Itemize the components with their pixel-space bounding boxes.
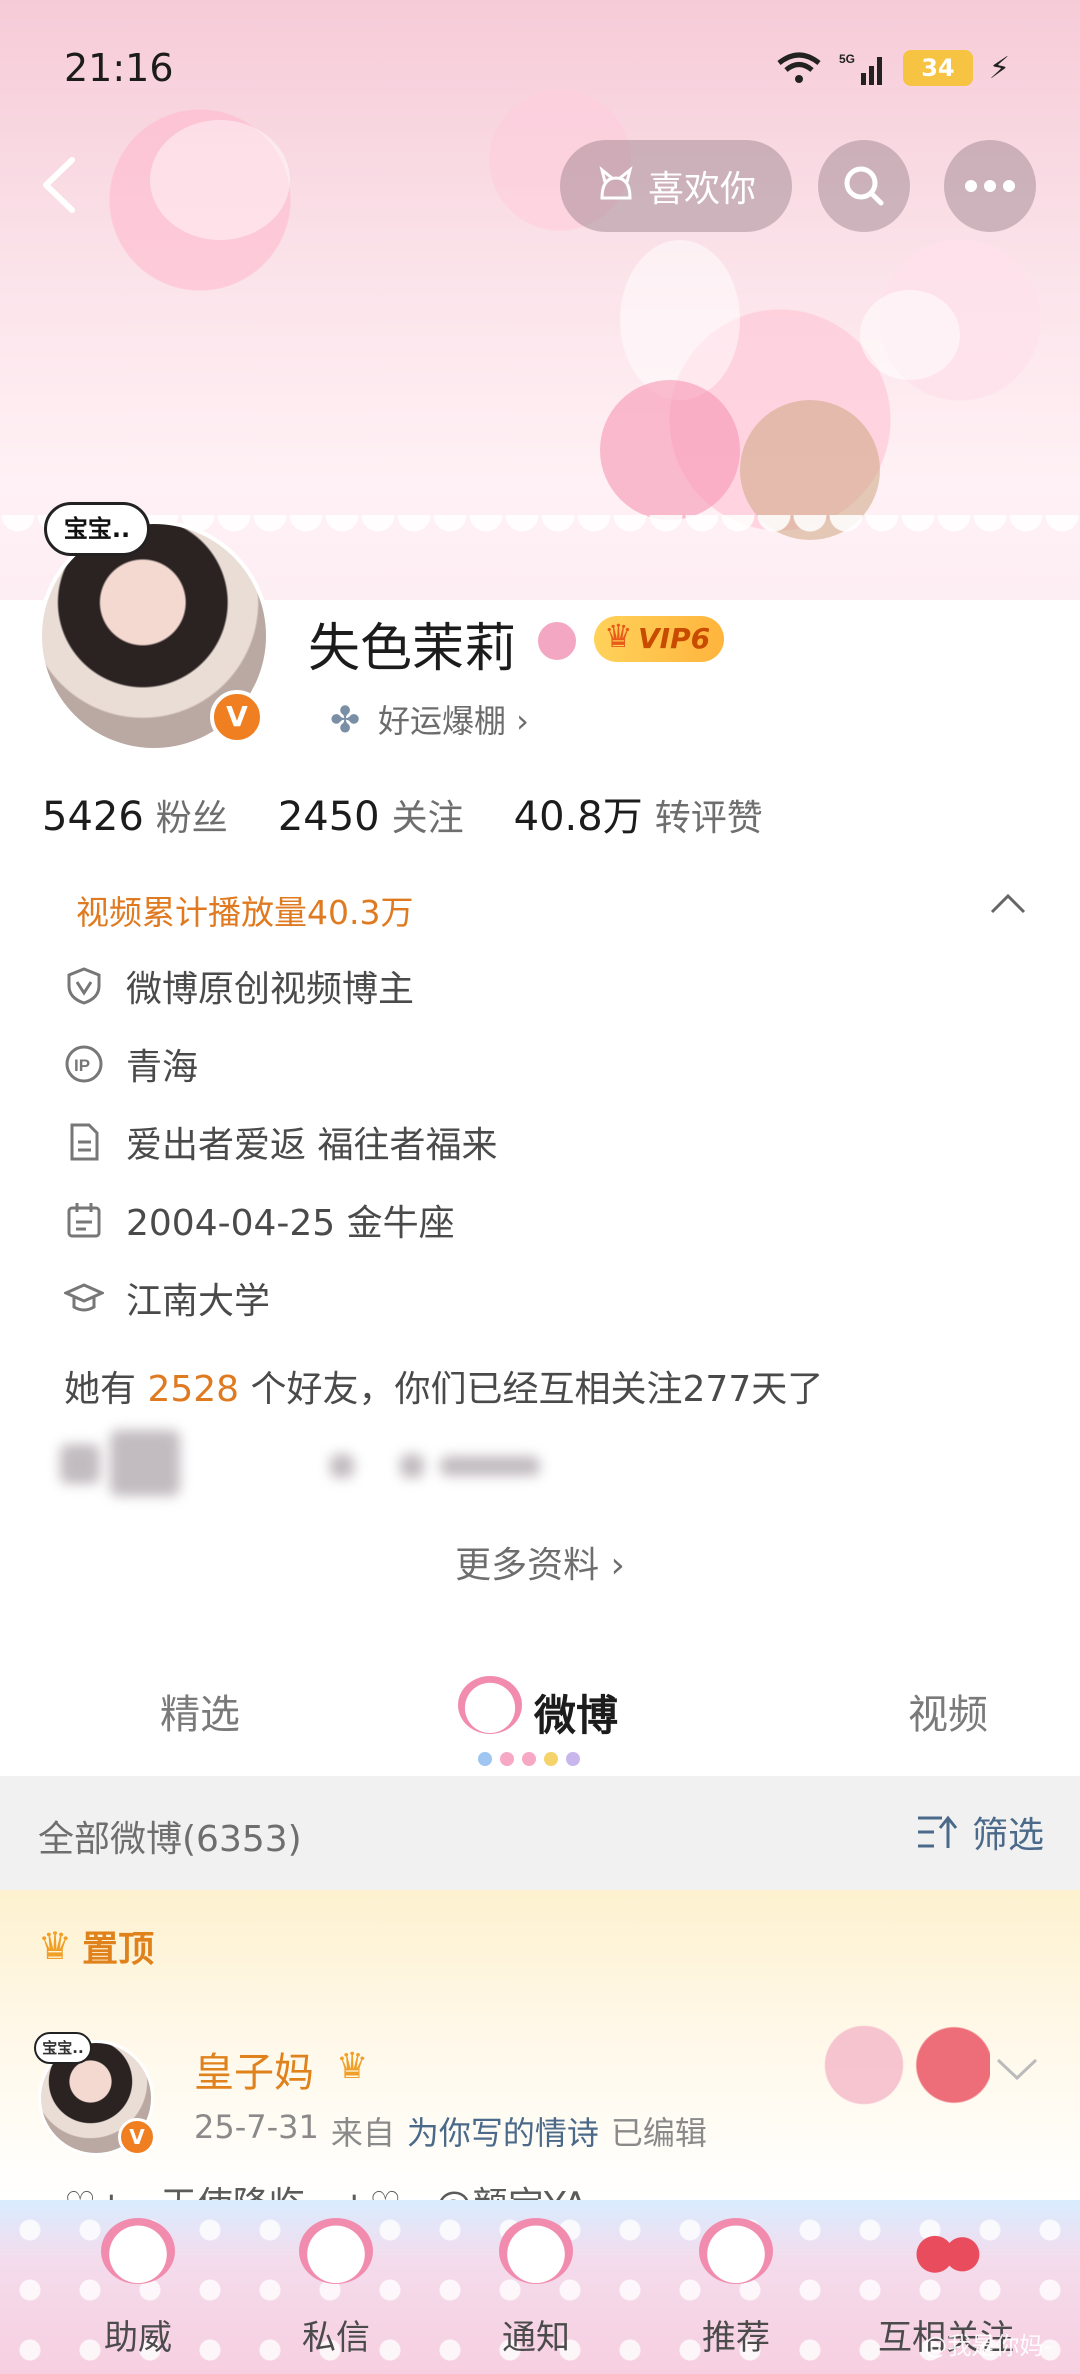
- stat-engagement-label: 转评赞: [654, 798, 763, 839]
- pinned-post[interactable]: ♛ 置顶 宝宝.. V 皇子妈 ♛ 25-7-31 来自 为你写的情诗 已编辑: [0, 1890, 1080, 2200]
- watermark: @我是你妈-: [923, 2332, 1052, 2360]
- cat-face-icon: [599, 166, 633, 200]
- hello-kitty-icon: [458, 1676, 522, 1734]
- stat-following[interactable]: 2450 关注: [278, 789, 464, 841]
- filter-sort-icon: [917, 1815, 958, 1848]
- battery-icon: 34: [902, 50, 973, 86]
- nav-messages[interactable]: 私信: [256, 2200, 416, 2374]
- status-time: 21:16: [64, 46, 174, 90]
- info-text-verification: 微博原创视频博主: [126, 969, 415, 1010]
- pinned-text: 置顶: [82, 1929, 155, 1970]
- post-from-label: 来自: [330, 2114, 395, 2152]
- tab-video[interactable]: 视频: [908, 1682, 988, 1740]
- stat-followers-num: 5426: [42, 794, 144, 840]
- post-source[interactable]: 为你写的情诗: [407, 2108, 599, 2154]
- friends-prefix: 她有: [64, 1369, 148, 1410]
- charging-icon: ⚡: [988, 50, 1010, 86]
- author-crown-icon: ♛: [336, 2046, 369, 2087]
- all-posts-count: 全部微博(6353): [38, 1819, 302, 1860]
- post-edited: 已编辑: [610, 2114, 707, 2152]
- luck-tag[interactable]: ✤ 好运爆棚 ›: [306, 690, 553, 752]
- stat-following-num: 2450: [277, 794, 380, 840]
- search-button[interactable]: [818, 140, 910, 232]
- kitty-notification-icon: [499, 2218, 573, 2284]
- info-text-school: 江南大学: [126, 1281, 271, 1322]
- nav-recommend[interactable]: 推荐: [656, 2200, 816, 2374]
- verified-badge-icon: V: [210, 690, 264, 744]
- filter-button[interactable]: 筛选: [916, 1806, 1044, 1858]
- info-text-ip: 青海: [126, 1047, 199, 1088]
- calendar-icon: [67, 1203, 101, 1238]
- crown-icon: ♛: [38, 1924, 73, 1968]
- tab-weibo[interactable]: 微博: [534, 1682, 618, 1743]
- ip-icon: IP: [65, 1045, 103, 1083]
- status-bar: 21:16 5G 34 ⚡: [0, 0, 1080, 140]
- stat-engagement[interactable]: 40.8万 转评赞: [514, 784, 763, 842]
- strawberry-cherry-icon: [909, 2218, 983, 2284]
- post-date: 25-7-31: [194, 2108, 319, 2146]
- info-text-bio: 爱出者爱返 福往者福来: [126, 1125, 498, 1166]
- info-row-verification: 微博原创视频博主: [64, 956, 414, 1016]
- profile-stats: 5426 粉丝 2450 关注 40.8万 转评赞: [42, 784, 763, 842]
- like-you-label: 喜欢你: [647, 169, 756, 210]
- clover-icon: ✤: [330, 700, 361, 741]
- video-plays-total: 视频累计播放量40.3万: [76, 893, 414, 932]
- vip-badge[interactable]: VIP6: [594, 613, 725, 662]
- nav-cheer-label: 助威: [104, 2318, 172, 2358]
- search-icon: [844, 166, 884, 206]
- tab-featured[interactable]: 精选: [160, 1682, 240, 1740]
- more-button[interactable]: [944, 140, 1036, 232]
- friends-count[interactable]: 2528: [147, 1369, 239, 1410]
- post-author-name[interactable]: 皇子妈: [194, 2040, 314, 2098]
- stat-followers[interactable]: 5426 粉丝: [42, 789, 228, 841]
- wifi-icon: [777, 52, 821, 83]
- stat-followers-label: 粉丝: [155, 798, 228, 839]
- info-text-birthday: 2004-04-25 金牛座: [126, 1203, 455, 1244]
- kitty-message-icon: [299, 2218, 373, 2284]
- verified-shield-icon: [67, 967, 101, 1005]
- avatar-bubble: 宝宝..: [44, 502, 150, 556]
- friends-suffix: 个好友，你们已经互相关注277天了: [239, 1369, 824, 1410]
- signal-icon: 5G: [839, 52, 882, 85]
- tab-active-decoration: [478, 1752, 598, 1766]
- nav-notifications[interactable]: 通知: [456, 2200, 616, 2374]
- more-info-link[interactable]: 更多资料 ›: [0, 1536, 1080, 1588]
- graduation-cap-icon: [64, 1283, 104, 1312]
- nav-recommend-label: 推荐: [702, 2318, 770, 2358]
- post-meta: 25-7-31 来自 为你写的情诗 已编辑: [194, 2108, 707, 2154]
- profile-tabs: 精选 微博 视频: [0, 1672, 1080, 1772]
- info-row-ip: IP 青海: [64, 1034, 198, 1094]
- nav-messages-label: 私信: [302, 2318, 370, 2358]
- pinned-decoration: [810, 2010, 990, 2120]
- user-medal-icon[interactable]: [534, 618, 580, 664]
- kitty-cheer-icon: [101, 2218, 175, 2284]
- svg-text:IP: IP: [74, 1056, 90, 1075]
- post-verified-icon: V: [118, 2118, 156, 2156]
- bottom-nav: 助威 私信 通知 推荐 互相关注: [0, 2200, 1080, 2374]
- blurred-friend-avatars[interactable]: [60, 1430, 580, 1500]
- luck-tag-label: 好运爆棚 ›: [378, 702, 529, 740]
- avatar-container[interactable]: 宝宝.. V: [38, 502, 270, 752]
- filter-label: 筛选: [971, 1815, 1044, 1856]
- info-row-school: 江南大学: [64, 1268, 270, 1328]
- kitty-recommend-icon: [699, 2218, 773, 2284]
- info-row-bio: 爱出者爱返 福往者福来: [64, 1112, 497, 1172]
- nav-notifications-label: 通知: [502, 2318, 570, 2358]
- all-posts-bar: 全部微博(6353) 筛选: [0, 1776, 1080, 1890]
- more-dots-icon: [965, 180, 1015, 192]
- stat-engagement-num: 40.8万: [513, 794, 643, 840]
- nav-cheer[interactable]: 助威: [58, 2200, 218, 2374]
- back-icon[interactable]: [34, 150, 84, 220]
- svg-text:5G: 5G: [839, 52, 855, 66]
- info-row-birthday: 2004-04-25 金牛座: [64, 1190, 455, 1250]
- document-icon: [70, 1123, 99, 1161]
- username: 失色茉莉: [308, 619, 517, 679]
- post-avatar-bubble: 宝宝..: [34, 2032, 92, 2064]
- stat-following-label: 关注: [391, 798, 464, 839]
- pinned-label: ♛ 置顶: [38, 1920, 154, 1972]
- chevron-up-icon[interactable]: [988, 888, 1028, 918]
- like-you-button[interactable]: 喜欢你: [560, 140, 792, 232]
- mutual-friends-line: 她有 2528 个好友，你们已经互相关注277天了: [64, 1360, 823, 1412]
- chevron-down-icon[interactable]: [994, 2054, 1040, 2084]
